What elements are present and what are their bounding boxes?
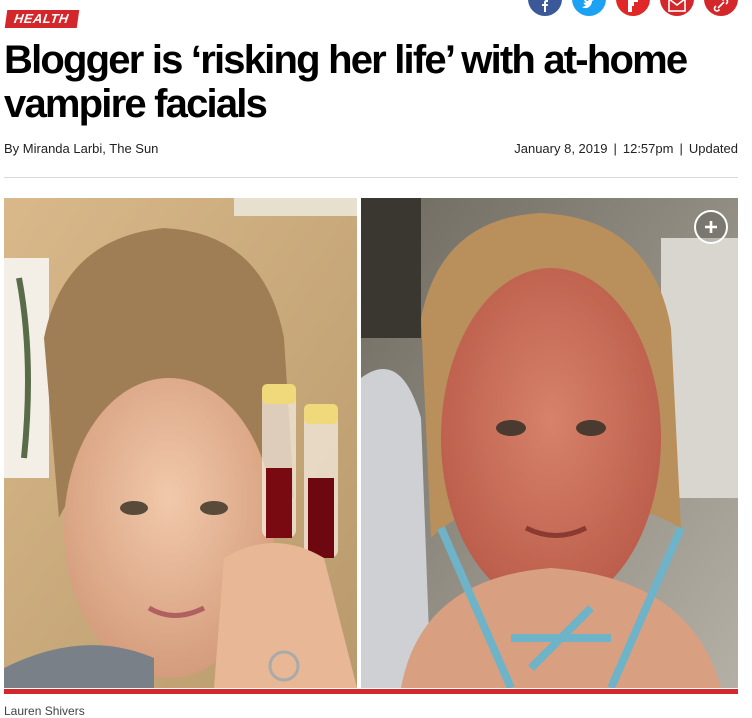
share-bar [528, 0, 738, 16]
header-divider [4, 177, 738, 178]
updated-label: Updated [688, 141, 738, 156]
expand-photo-button[interactable] [694, 210, 728, 244]
dateline: January 8, 2019 | 12:57pm | Updated [514, 141, 738, 156]
copy-link-button[interactable] [704, 0, 738, 16]
photo-left-blood-vials [4, 198, 357, 688]
publish-date: January 8, 2019 [514, 141, 608, 156]
time-separator: | [679, 141, 683, 156]
article-headline: Blogger is ‘risking her life’ with at-ho… [4, 38, 688, 126]
photo-caption-rule [4, 689, 738, 694]
article-photo[interactable] [4, 198, 738, 688]
byline-prefix: By [4, 141, 20, 156]
facebook-share-button[interactable] [528, 0, 562, 16]
email-share-button[interactable] [660, 0, 694, 16]
section-tag-label: HEALTH [13, 11, 70, 26]
byline: By Miranda Larbi, The Sun [4, 141, 158, 156]
email-icon [668, 0, 686, 12]
publish-time: 12:57pm [622, 141, 674, 156]
flipboard-icon [628, 0, 638, 12]
photo-credit: Lauren Shivers [4, 704, 85, 718]
flipboard-share-button[interactable] [616, 0, 650, 16]
facebook-icon [542, 0, 548, 12]
twitter-share-button[interactable] [572, 0, 606, 16]
plus-circle-icon [705, 221, 717, 233]
link-icon [713, 0, 729, 12]
twitter-icon [582, 0, 594, 9]
date-separator: | [613, 141, 617, 156]
author-link[interactable]: Miranda Larbi, The Sun [23, 141, 159, 156]
photo-right-facial-result [361, 198, 738, 688]
section-tag[interactable]: HEALTH [4, 10, 80, 28]
